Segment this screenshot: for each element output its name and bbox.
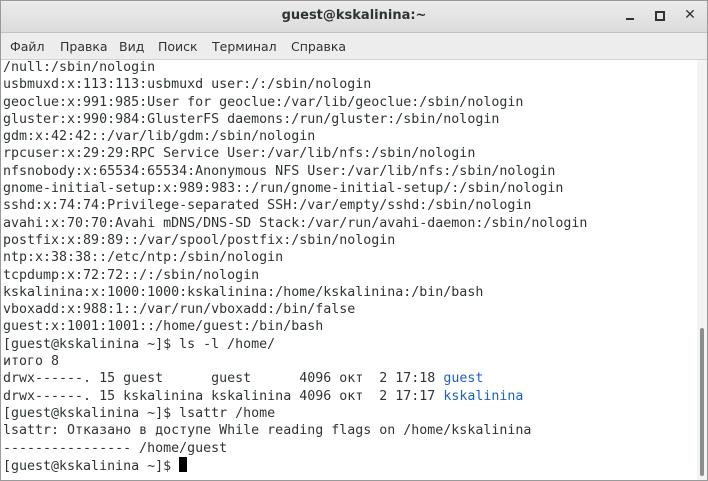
terminal-line: kskalinina:x:1000:1000:kskalinina:/home/… bbox=[3, 284, 587, 301]
terminal-output[interactable]: /null:/sbin/nologin usbmuxd:x:113:113:usb… bbox=[1, 60, 697, 480]
terminal-window: guest@kskalinina:~ ✕ Файл Правка Вид Пои… bbox=[0, 0, 708, 481]
terminal-line-text: drwx------. 15 kskalinina kskalinina 409… bbox=[3, 388, 444, 404]
terminal-line: sshd:x:74:74:Privilege-separated SSH:/va… bbox=[3, 197, 587, 214]
terminal-line: [guest@kskalinina ~]$ lsattr /home bbox=[3, 405, 587, 422]
scrollbar[interactable] bbox=[697, 60, 707, 480]
terminal-line-text: vboxadd:x:988:1::/var/run/vboxadd:/bin/f… bbox=[3, 302, 356, 318]
menu-file[interactable]: Файл bbox=[10, 39, 45, 54]
terminal-line-text: rpcuser:x:29:29:RPC Service User:/var/li… bbox=[3, 146, 476, 162]
terminal-line: geoclue:x:991:985:User for geoclue:/var/… bbox=[3, 94, 587, 111]
maximize-icon bbox=[655, 11, 665, 21]
terminal-line-text: /null:/sbin/nologin bbox=[3, 60, 156, 75]
close-icon: ✕ bbox=[684, 7, 696, 23]
terminal-line: postfix:x:89:89::/var/spool/postfix:/sbi… bbox=[3, 232, 587, 249]
menu-terminal[interactable]: Терминал bbox=[212, 39, 277, 54]
terminal-line: tcpdump:x:72:72::/:/sbin/nologin bbox=[3, 267, 587, 284]
menu-help[interactable]: Справка bbox=[291, 39, 346, 54]
terminal-line: gnome-initial-setup:x:989:983::/run/gnom… bbox=[3, 180, 587, 197]
terminal-line: /null:/sbin/nologin bbox=[3, 60, 587, 76]
terminal-line: rpcuser:x:29:29:RPC Service User:/var/li… bbox=[3, 145, 587, 162]
close-button[interactable]: ✕ bbox=[678, 5, 702, 27]
terminal-line-text: drwx------. 15 guest guest 4096 окт 2 17… bbox=[3, 371, 444, 387]
terminal-line-text: ntp:x:38:38::/etc/ntp:/sbin/nologin bbox=[3, 250, 284, 266]
terminal-line-text: gluster:x:990:984:GlusterFS daemons:/run… bbox=[3, 111, 500, 127]
terminal-line-text: gdm:x:42:42::/var/lib/gdm:/sbin/nologin bbox=[3, 129, 316, 145]
terminal-line-text: nfsnobody:x:65534:65534:Anonymous NFS Us… bbox=[3, 163, 556, 179]
terminal-line: avahi:x:70:70:Avahi mDNS/DNS-SD Stack:/v… bbox=[3, 215, 587, 232]
menu-search[interactable]: Поиск bbox=[158, 39, 198, 54]
menu-bar: Файл Правка Вид Поиск Терминал Справка bbox=[1, 33, 707, 60]
terminal-line-text: [guest@kskalinina ~]$ lsattr /home bbox=[3, 405, 276, 421]
terminal-line: guest:x:1001:1001::/home/guest:/bin/bash bbox=[3, 318, 587, 335]
terminal-line: usbmuxd:x:113:113:usbmuxd user:/:/sbin/n… bbox=[3, 76, 587, 93]
shell-prompt: [guest@kskalinina ~]$ bbox=[3, 458, 180, 474]
terminal-line: drwx------. 15 kskalinina kskalinina 409… bbox=[3, 388, 587, 405]
terminal-line-text: postfix:x:89:89::/var/spool/postfix:/sbi… bbox=[3, 232, 396, 248]
menu-edit[interactable]: Правка bbox=[60, 39, 108, 54]
terminal-line: [guest@kskalinina ~]$ ls -l /home/ bbox=[3, 336, 587, 353]
terminal-lines: /null:/sbin/nologin usbmuxd:x:113:113:usb… bbox=[3, 60, 587, 474]
terminal-line: vboxadd:x:988:1::/var/run/vboxadd:/bin/f… bbox=[3, 301, 587, 318]
terminal-line-text: tcpdump:x:72:72::/:/sbin/nologin bbox=[3, 267, 260, 283]
prompt-line[interactable]: [guest@kskalinina ~]$ bbox=[3, 456, 587, 474]
terminal-line: gdm:x:42:42::/var/lib/gdm:/sbin/nologin bbox=[3, 128, 587, 145]
terminal-line-text: sshd:x:74:74:Privilege-separated SSH:/va… bbox=[3, 198, 532, 214]
title-bar[interactable]: guest@kskalinina:~ ✕ bbox=[1, 1, 707, 33]
terminal-line: drwx------. 15 guest guest 4096 окт 2 17… bbox=[3, 370, 587, 387]
text-cursor bbox=[179, 456, 188, 472]
terminal-line-text: usbmuxd:x:113:113:usbmuxd user:/:/sbin/n… bbox=[3, 77, 372, 93]
terminal-line-text: gnome-initial-setup:x:989:983::/run/gnom… bbox=[3, 181, 564, 197]
terminal-line-text: lsattr: Отказано в доступе While reading… bbox=[3, 423, 532, 439]
maximize-button[interactable] bbox=[648, 5, 672, 27]
terminal-line-text: итого 8 bbox=[3, 354, 60, 370]
terminal-line-text: guest:x:1001:1001::/home/guest:/bin/bash bbox=[3, 319, 324, 335]
minimize-icon bbox=[626, 18, 634, 20]
terminal-line: ---------------- /home/guest bbox=[3, 440, 587, 457]
terminal-line-text: ---------------- /home/guest bbox=[3, 440, 228, 456]
terminal-line-text: [guest@kskalinina ~]$ ls -l /home/ bbox=[3, 336, 276, 352]
terminal-line: ntp:x:38:38::/etc/ntp:/sbin/nologin bbox=[3, 249, 587, 266]
menu-view[interactable]: Вид bbox=[119, 39, 144, 54]
terminal-line: lsattr: Отказано в доступе While reading… bbox=[3, 422, 587, 439]
terminal-line: gluster:x:990:984:GlusterFS daemons:/run… bbox=[3, 111, 587, 128]
terminal-line: nfsnobody:x:65534:65534:Anonymous NFS Us… bbox=[3, 163, 587, 180]
window-title: guest@kskalinina:~ bbox=[281, 8, 427, 23]
directory-name: kskalinina bbox=[443, 388, 524, 404]
scrollbar-thumb[interactable] bbox=[700, 328, 704, 476]
terminal-line: итого 8 bbox=[3, 353, 587, 370]
terminal-line-text: kskalinina:x:1000:1000:kskalinina:/home/… bbox=[3, 284, 484, 300]
terminal-line-text: avahi:x:70:70:Avahi mDNS/DNS-SD Stack:/v… bbox=[3, 215, 588, 231]
minimize-button[interactable] bbox=[618, 5, 642, 27]
directory-name: guest bbox=[443, 371, 484, 387]
terminal-line-text: geoclue:x:991:985:User for geoclue:/var/… bbox=[3, 94, 524, 110]
